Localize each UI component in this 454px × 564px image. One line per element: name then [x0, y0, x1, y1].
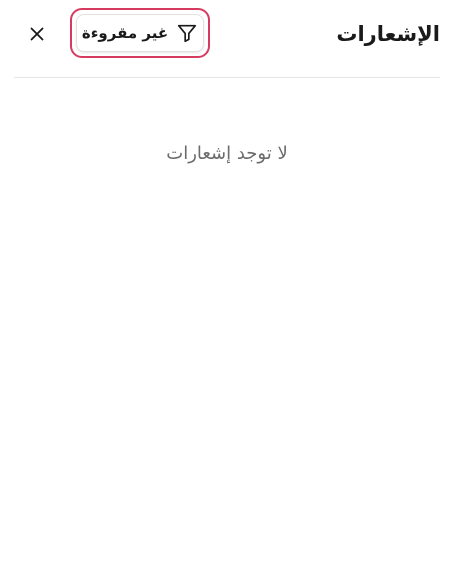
panel-title: الإشعارات [336, 22, 440, 46]
filter-icon [176, 22, 198, 44]
close-icon [30, 27, 44, 41]
filter-label: غير مقروءة [81, 24, 169, 42]
filter-focus-ring: غير مقروءة [70, 8, 210, 58]
unread-filter-button[interactable]: غير مقروءة [76, 14, 204, 52]
notifications-panel: الإشعارات غير مقروءة لا توجد إشعارات [0, 0, 454, 564]
close-button[interactable] [25, 22, 49, 46]
empty-state-message: لا توجد إشعارات [166, 143, 288, 164]
notifications-header: الإشعارات غير مقروءة [14, 0, 440, 78]
